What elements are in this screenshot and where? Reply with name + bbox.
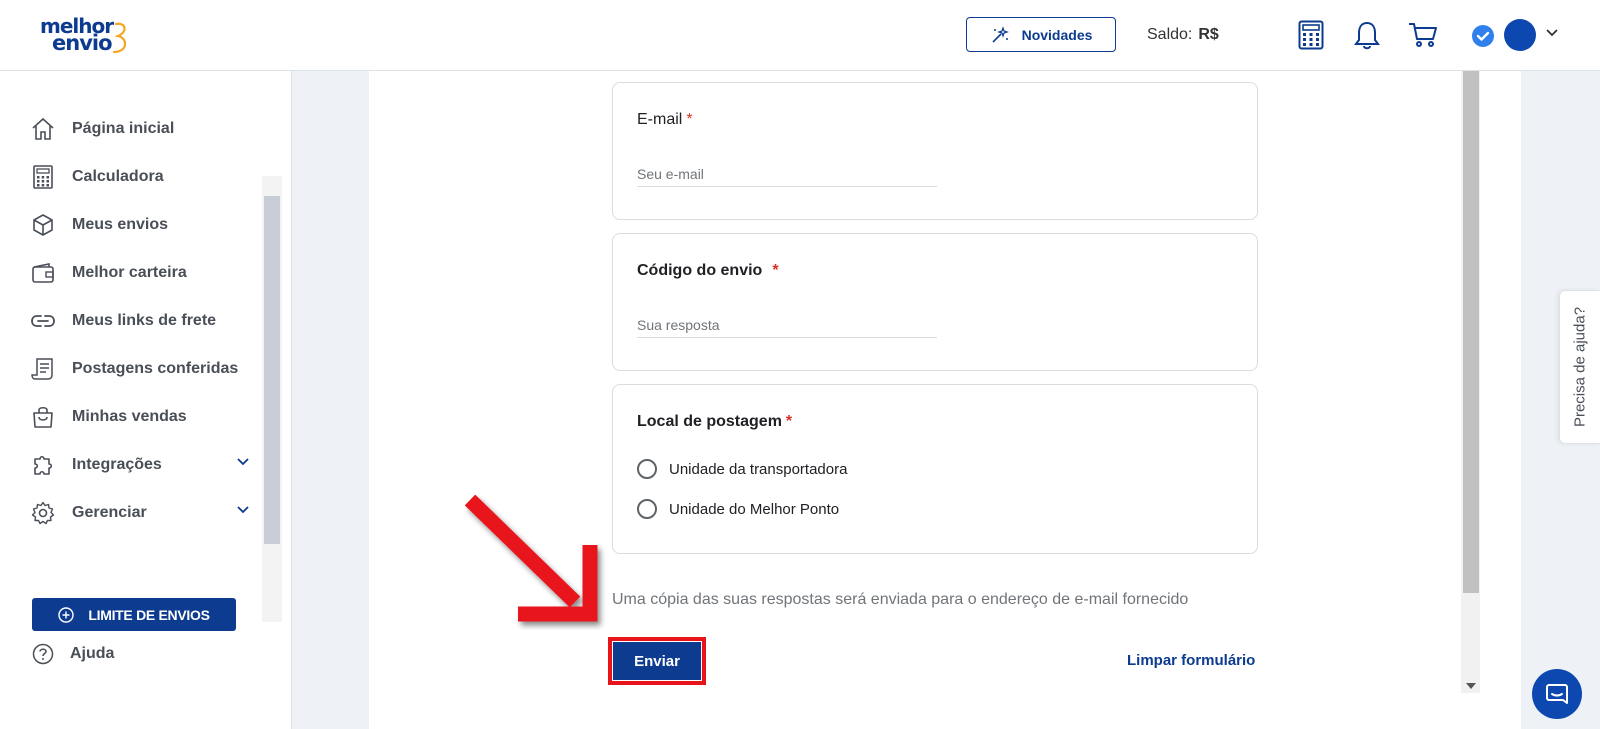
sidebar-item-postagens-conferidas[interactable]: Postagens conferidas — [30, 353, 250, 385]
email-label: E-mail * — [637, 111, 693, 128]
annotation-arrow-icon — [464, 494, 598, 622]
melhor-envio-logo[interactable]: melhor envio — [40, 14, 130, 58]
sidebar-item-melhor-carteira[interactable]: Melhor carteira — [30, 257, 250, 289]
codigo-label: Código do envio * — [637, 262, 779, 279]
limpar-formulario-link[interactable]: Limpar formulário — [1127, 652, 1255, 669]
email-input[interactable] — [637, 161, 937, 187]
help-circle-icon — [32, 643, 54, 665]
calculator-icon — [30, 164, 56, 190]
avatar[interactable] — [1504, 19, 1536, 51]
novidades-button[interactable]: Novidades — [966, 17, 1116, 52]
sparkle-icon — [992, 25, 1009, 43]
form-scroll-thumb[interactable] — [1463, 71, 1479, 593]
box-icon — [30, 212, 56, 238]
chat-button[interactable] — [1532, 669, 1582, 719]
puzzle-icon — [30, 452, 56, 478]
gear-icon — [30, 500, 56, 526]
radio-unidade-transportadora[interactable]: Unidade da transportadora — [637, 459, 847, 479]
sidebar-scrollbar[interactable] — [262, 176, 282, 622]
bell-icon[interactable] — [1352, 20, 1382, 50]
sidebar-item-gerenciar[interactable]: Gerenciar — [30, 497, 250, 529]
sidebar-item-pagina-inicial[interactable]: Página inicial — [30, 113, 250, 145]
radio-circle[interactable] — [637, 499, 657, 519]
plus-circle-icon — [58, 606, 75, 623]
email-question-card: E-mail * — [612, 82, 1258, 220]
top-header: melhor envio Novidades Saldo: R$ — [0, 0, 1600, 71]
sidebar-item-ajuda[interactable]: Ajuda — [32, 643, 114, 665]
sidebar-scroll-thumb[interactable] — [264, 196, 280, 544]
codigo-input[interactable] — [637, 312, 937, 338]
sidebar-item-meus-links-de-frete[interactable]: Meus links de frete — [30, 305, 250, 337]
chat-icon — [1546, 684, 1568, 704]
local-question-card: Local de postagem * Unidade da transporta… — [612, 384, 1258, 554]
codigo-question-card: Código do envio * — [612, 233, 1258, 371]
calculator-icon[interactable] — [1296, 20, 1326, 50]
copy-note: Uma cópia das suas respostas será enviad… — [612, 591, 1189, 608]
receipt-icon — [30, 356, 56, 382]
precisa-de-ajuda-tab[interactable]: Precisa de ajuda? — [1559, 290, 1600, 444]
scroll-down-arrow-icon[interactable] — [1466, 683, 1476, 689]
link-icon — [30, 308, 56, 334]
sidebar-item-minhas-vendas[interactable]: Minhas vendas — [30, 401, 250, 433]
shopping-bag-icon — [30, 404, 56, 430]
sidebar-item-calculadora[interactable]: Calculadora — [30, 161, 250, 193]
radio-unidade-melhor-ponto[interactable]: Unidade do Melhor Ponto — [637, 499, 839, 519]
saldo-display: Saldo: R$ — [1147, 26, 1219, 43]
wallet-icon — [30, 260, 56, 286]
home-icon — [30, 116, 56, 142]
logo-swirl-icon — [112, 22, 127, 54]
chevron-down-icon[interactable] — [1545, 28, 1559, 38]
cart-icon[interactable] — [1408, 20, 1438, 50]
sidebar-item-meus-envios[interactable]: Meus envios — [30, 209, 250, 241]
sidebar-item-integracoes[interactable]: Integrações — [30, 449, 250, 481]
enviar-button[interactable]: Enviar — [613, 642, 701, 680]
chevron-down-icon[interactable] — [236, 505, 250, 515]
limite-de-envios-button[interactable]: LIMITE DE ENVIOS — [32, 598, 236, 631]
local-label: Local de postagem * — [637, 413, 793, 430]
form-scrollbar[interactable] — [1461, 71, 1480, 693]
verified-badge-icon — [1472, 25, 1494, 47]
chevron-down-icon[interactable] — [236, 457, 250, 467]
radio-circle[interactable] — [637, 459, 657, 479]
